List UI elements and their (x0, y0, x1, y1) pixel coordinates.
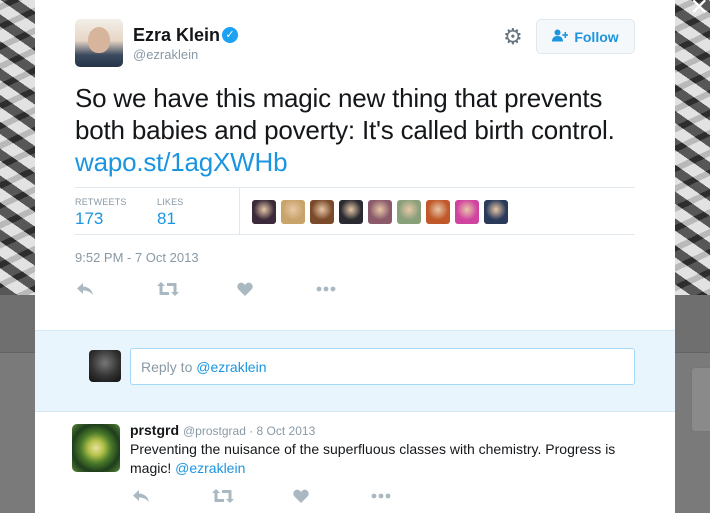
follow-label: Follow (574, 28, 619, 45)
stats-divider (239, 188, 240, 234)
author-avatar[interactable] (75, 19, 123, 67)
likers-avatars (252, 200, 508, 224)
like-heart-icon[interactable] (293, 488, 309, 508)
more-options-icon[interactable] (316, 281, 336, 301)
likes-stat[interactable]: LIKES 81 (157, 197, 184, 229)
reply-placeholder: Reply to (141, 359, 197, 375)
liker-avatar[interactable] (252, 200, 276, 224)
reply-mention: @ezraklein (196, 359, 267, 375)
current-user-avatar (89, 350, 121, 382)
liker-avatar[interactable] (281, 200, 305, 224)
background-card (691, 367, 710, 432)
retweet-icon[interactable] (157, 281, 179, 301)
liker-avatar[interactable] (397, 200, 421, 224)
reply-composer: Reply to @ezraklein (35, 330, 675, 412)
tweet-body: So we have this magic new thing that pre… (75, 83, 615, 145)
reply-input[interactable]: Reply to @ezraklein (130, 348, 635, 385)
retweets-label: RETWEETS (75, 197, 127, 207)
tweet-stats: RETWEETS 173 LIKES 81 (75, 187, 635, 235)
author-handle[interactable]: @ezraklein (133, 47, 198, 62)
reply-icon[interactable] (132, 488, 150, 508)
reply-mention-link[interactable]: @ezraklein (175, 460, 245, 476)
tweet-modal: Ezra Klein ✓ @ezraklein ⚙ Follow So we h… (35, 0, 675, 513)
liker-avatar[interactable] (339, 200, 363, 224)
author-name[interactable]: Ezra Klein (133, 25, 220, 46)
more-options-icon[interactable] (371, 488, 391, 508)
gear-icon[interactable]: ⚙ (503, 26, 523, 48)
reply-author-avatar[interactable] (72, 424, 120, 472)
liker-avatar[interactable] (455, 200, 479, 224)
tweet-link[interactable]: wapo.st/1agXWHb (75, 147, 288, 177)
liker-avatar[interactable] (484, 200, 508, 224)
tweet-timestamp[interactable]: 9:52 PM - 7 Oct 2013 (75, 250, 199, 265)
retweets-count[interactable]: 173 (75, 209, 127, 229)
likes-label: LIKES (157, 197, 184, 207)
add-user-icon (552, 29, 569, 45)
follow-button[interactable]: Follow (536, 19, 635, 54)
reply-meta[interactable]: @prostgrad · 8 Oct 2013 (183, 424, 315, 438)
reply-text: Preventing the nuisance of the superfluo… (130, 440, 635, 478)
reply-tweet: prstgrd @prostgrad · 8 Oct 2013 Preventi… (35, 412, 675, 513)
liker-avatar[interactable] (368, 200, 392, 224)
tweet-text: So we have this magic new thing that pre… (75, 82, 645, 178)
liker-avatar[interactable] (310, 200, 334, 224)
reply-author-name[interactable]: prstgrd (130, 422, 179, 438)
retweets-stat[interactable]: RETWEETS 173 (75, 197, 127, 229)
liker-avatar[interactable] (426, 200, 450, 224)
reply-icon[interactable] (76, 281, 94, 301)
retweet-icon[interactable] (212, 488, 234, 508)
close-icon[interactable]: × (690, 0, 708, 22)
verified-badge-icon: ✓ (222, 27, 238, 43)
likes-count[interactable]: 81 (157, 209, 184, 229)
like-heart-icon[interactable] (237, 281, 253, 301)
